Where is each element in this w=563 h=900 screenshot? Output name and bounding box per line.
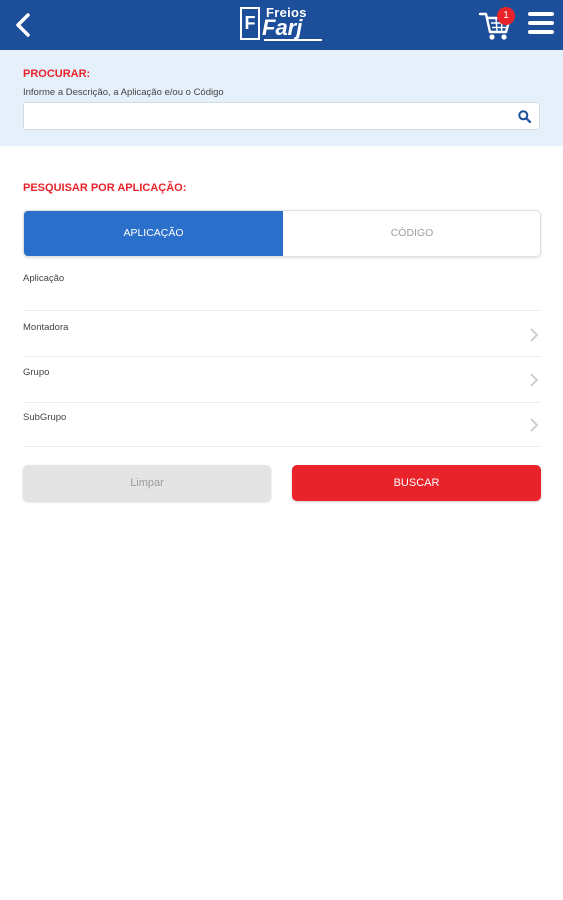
logo-main-text: Farj [262,15,303,40]
clear-button[interactable]: Limpar [23,465,271,501]
chevron-right-icon [530,328,539,342]
back-arrow-icon [16,13,30,37]
search-hint: Informe a Descrição, a Aplicação e/ou o … [23,87,224,98]
app-header: F Freios Farj 1 [0,0,563,50]
search-mode-tabs: APLICAÇÃO CÓDIGO [23,210,541,257]
subgrupo-select[interactable]: SubGrupo [23,403,541,447]
brand-logo: F Freios Farj [240,5,324,43]
search-button[interactable]: BUSCAR [292,465,541,501]
menu-icon [528,12,554,34]
grupo-select[interactable]: Grupo [23,357,541,403]
chevron-right-icon [530,418,539,432]
chevron-right-icon [530,373,539,387]
grupo-label: Grupo [23,367,50,378]
tab-aplicacao[interactable]: APLICAÇÃO [24,211,283,256]
logo-mark: F [240,7,260,40]
application-section-title: PESQUISAR POR APLICAÇÃO: [23,182,187,194]
montadora-select[interactable]: Montadora [23,311,541,357]
menu-button[interactable] [528,12,554,36]
back-button[interactable] [12,12,36,38]
aplicacao-field[interactable]: Aplicação [23,268,541,311]
search-field [23,102,540,130]
search-panel: PROCURAR: Informe a Descrição, a Aplicaç… [0,50,563,146]
tab-codigo[interactable]: CÓDIGO [283,211,540,256]
search-input[interactable] [24,103,504,129]
logo-underline [264,39,322,41]
montadora-label: Montadora [23,322,69,333]
aplicacao-label: Aplicação [23,273,65,284]
search-title: PROCURAR: [23,68,91,80]
subgrupo-label: SubGrupo [23,412,67,423]
search-icon[interactable] [518,110,531,123]
cart-count-badge: 1 [497,7,515,25]
